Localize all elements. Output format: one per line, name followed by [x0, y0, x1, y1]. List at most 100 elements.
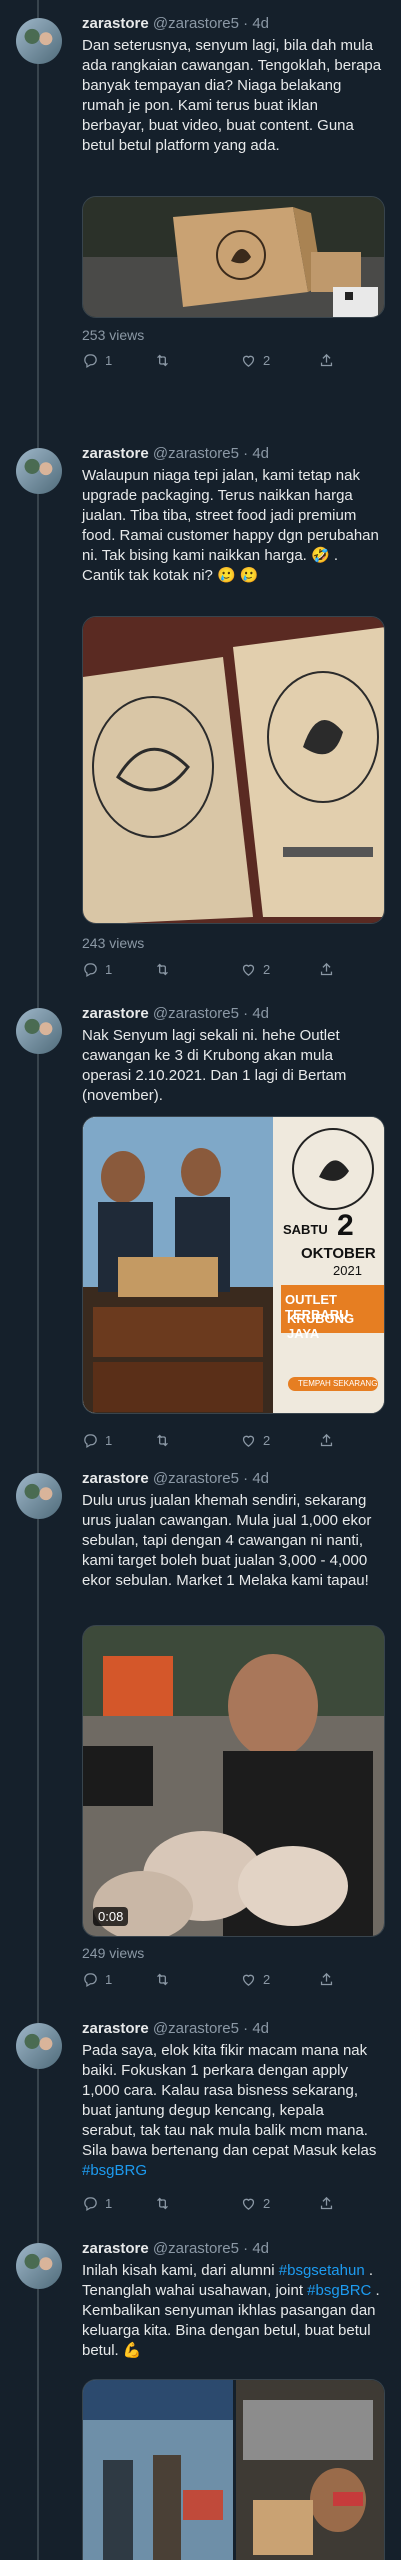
user-handle[interactable]: @zarastore5 [153, 2020, 239, 2037]
poster-outlet-line2: KRUBONG JAYA [287, 1311, 355, 1341]
timestamp[interactable]: 4d [252, 2020, 269, 2037]
tweet-header: zarastore @zarastore5 · 4d [82, 2020, 270, 2037]
user-handle[interactable]: @zarastore5 [153, 1005, 239, 1022]
tweet-text-part: Inilah kisah kami, dari alumni [82, 2262, 279, 2279]
heart-icon [242, 1435, 255, 1447]
user-handle[interactable]: @zarastore5 [153, 15, 239, 32]
reply-count: 1 [105, 353, 113, 368]
poster-day: SABTU [283, 1222, 328, 1237]
reply-button[interactable]: 1 [82, 352, 112, 369]
reply-button[interactable]: 1 [82, 1971, 112, 1988]
heart-icon [242, 964, 255, 976]
share-icon [320, 962, 333, 976]
reply-icon [84, 2197, 97, 2212]
action-bar: 1 2 [82, 1971, 382, 1991]
retweet-button[interactable] [154, 1971, 177, 1988]
view-count: 249 views [82, 1945, 145, 1961]
timestamp[interactable]: 4d [252, 445, 269, 462]
heart-icon [242, 1974, 255, 1986]
tweet[interactable]: zarastore @zarastore5 · 4d Dulu urus jua… [0, 1455, 401, 2010]
retweet-button[interactable] [154, 352, 177, 369]
user-name[interactable]: zarastore [82, 15, 149, 32]
user-name[interactable]: zarastore [82, 2240, 149, 2257]
tweet[interactable]: zarastore @zarastore5 · 4d Inilah kisah … [0, 2225, 401, 2560]
action-bar: 1 2 [82, 352, 382, 372]
tweet-text-body: Pada saya, elok kita fikir macam mana na… [82, 2042, 381, 2159]
retweet-button[interactable] [154, 2195, 177, 2212]
tweet-header: zarastore @zarastore5 · 4d [82, 1470, 270, 1487]
reply-button[interactable]: 1 [82, 1432, 112, 1449]
like-button[interactable]: 2 [240, 1432, 270, 1449]
timestamp[interactable]: 4d [252, 1005, 269, 1022]
timestamp[interactable]: 4d [252, 1470, 269, 1487]
reply-icon [84, 1973, 97, 1988]
like-button[interactable]: 2 [240, 1971, 270, 1988]
tweet-text: Pada saya, elok kita fikir macam mana na… [82, 2041, 382, 2181]
video-thumbnail [83, 1626, 384, 1936]
avatar[interactable] [16, 1008, 62, 1054]
hashtag-link[interactable]: #bsgBRG [82, 2162, 147, 2179]
view-count: 253 views [82, 327, 145, 343]
user-handle[interactable]: @zarastore5 [153, 2240, 239, 2257]
share-button[interactable] [318, 1432, 335, 1449]
heart-icon [242, 2198, 255, 2210]
reply-count: 1 [105, 1972, 113, 1987]
tweet[interactable]: zarastore @zarastore5 · 4d Dan seterusny… [0, 0, 401, 440]
like-count: 2 [263, 1972, 271, 1987]
tweet-image[interactable] [82, 196, 385, 318]
action-bar: 1 2 [82, 1432, 382, 1452]
like-count: 2 [263, 962, 271, 977]
share-button[interactable] [318, 1971, 335, 1988]
share-button[interactable] [318, 961, 335, 978]
tweet[interactable]: zarastore @zarastore5 · 4d Pada saya, el… [0, 2005, 401, 2255]
retweet-button[interactable] [154, 1432, 177, 1449]
tweet[interactable]: zarastore @zarastore5 · 4d Nak Senyum la… [0, 990, 401, 1460]
user-handle[interactable]: @zarastore5 [153, 445, 239, 462]
retweet-icon [157, 1973, 168, 1986]
reply-icon [84, 963, 97, 978]
timestamp[interactable]: 4d [252, 2240, 269, 2257]
timestamp[interactable]: 4d [252, 15, 269, 32]
tweet-header: zarastore @zarastore5 · 4d [82, 15, 270, 32]
user-handle[interactable]: @zarastore5 [153, 1470, 239, 1487]
retweet-icon [157, 963, 168, 976]
packaging-photo [83, 617, 384, 923]
share-icon [320, 2196, 333, 2210]
poster-date-number: 2 [337, 1209, 354, 1242]
retweet-icon [157, 354, 168, 367]
tweet-image-grid[interactable] [82, 2379, 385, 2560]
avatar[interactable] [16, 1473, 62, 1519]
action-bar: 1 2 [82, 2195, 382, 2215]
like-button[interactable]: 2 [240, 352, 270, 369]
like-button[interactable]: 2 [240, 2195, 270, 2212]
reply-icon [84, 1434, 97, 1449]
poster-month: OKTOBER [301, 1245, 376, 1262]
reply-button[interactable]: 1 [82, 961, 112, 978]
avatar[interactable] [16, 18, 62, 64]
tweet-video[interactable]: 0:08 [82, 1625, 385, 1937]
like-count: 2 [263, 353, 271, 368]
share-button[interactable] [318, 2195, 335, 2212]
like-count: 2 [263, 2196, 271, 2211]
reply-button[interactable]: 1 [82, 2195, 112, 2212]
user-name[interactable]: zarastore [82, 1005, 149, 1022]
tweet[interactable]: zarastore @zarastore5 · 4d Walaupun niag… [0, 430, 401, 990]
user-name[interactable]: zarastore [82, 445, 149, 462]
tweet-image[interactable] [82, 616, 385, 924]
tweet-text: Dulu urus jualan khemah sendiri, sekaran… [82, 1492, 376, 1589]
avatar[interactable] [16, 448, 62, 494]
user-name[interactable]: zarastore [82, 1470, 149, 1487]
share-button[interactable] [318, 352, 335, 369]
hashtag-link[interactable]: #bsgsetahun [279, 2262, 365, 2279]
avatar[interactable] [16, 2243, 62, 2289]
user-name[interactable]: zarastore [82, 2020, 149, 2037]
poster-cta: TEMPAH SEKARANG [298, 1379, 378, 1388]
tweet-image[interactable]: SABTU 2 OKTOBER 2021 OUTLET TERBARU KRUB… [82, 1116, 385, 1414]
action-bar: 1 2 [82, 961, 382, 981]
avatar[interactable] [16, 2023, 62, 2069]
like-button[interactable]: 2 [240, 961, 270, 978]
poster-year: 2021 [333, 1263, 362, 1278]
retweet-button[interactable] [154, 961, 177, 978]
hashtag-link[interactable]: #bsgBRC [307, 2282, 371, 2299]
tweet-text: Walaupun niaga tepi jalan, kami tetap na… [82, 467, 384, 584]
